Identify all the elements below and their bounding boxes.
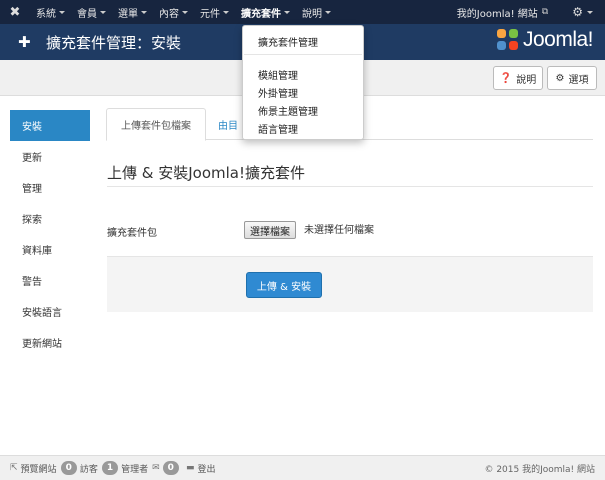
- dropdown-item-template-manager[interactable]: 佈景主題管理: [258, 103, 318, 118]
- site-link-label: 我的Joomla! 網站: [456, 8, 538, 20]
- external-link-icon: ⧉: [541, 7, 549, 17]
- form-actions: 上傳 & 安裝: [107, 256, 593, 312]
- preview-site-label: 預覽網站: [20, 464, 57, 475]
- sidebar-item-discover[interactable]: 探索: [10, 203, 90, 234]
- choose-file-button[interactable]: 選擇檔案: [244, 221, 296, 239]
- dropdown-item-plugin-manager[interactable]: 外掛管理: [258, 85, 298, 100]
- menu-menus[interactable]: 選單: [112, 0, 153, 24]
- messages-status[interactable]: ✉ 0: [152, 461, 182, 475]
- sidebar-item-warnings[interactable]: 警告: [10, 265, 90, 296]
- admins-status: 1 管理者: [101, 461, 149, 475]
- gear-icon: ⚙: [572, 5, 583, 19]
- chevron-down-icon: [100, 10, 106, 14]
- chevron-down-icon: [141, 10, 147, 14]
- puzzle-icon: ✚: [18, 33, 31, 51]
- sidebar-item-manage[interactable]: 管理: [10, 172, 90, 203]
- messages-count-badge: 0: [162, 461, 179, 475]
- site-link[interactable]: 我的Joomla! 網站 ⧉: [451, 0, 554, 24]
- user-menu[interactable]: ⚙: [554, 5, 605, 19]
- menu-content[interactable]: 內容: [153, 0, 194, 24]
- section-divider: [107, 186, 593, 187]
- status-footer: ⇱ 預覽網站 0 訪客 1 管理者 ✉ 0 ▬ 登出 © 2015 我的Joom…: [0, 455, 605, 480]
- chevron-down-icon: [182, 10, 188, 14]
- help-button-label: 說明: [516, 74, 537, 86]
- question-icon: ❓: [499, 72, 513, 84]
- chevron-down-icon: [284, 10, 290, 14]
- help-button[interactable]: ❓ 說明: [493, 66, 543, 90]
- joomla-icon[interactable]: ✖: [0, 0, 30, 24]
- gear-icon: ⚙: [555, 72, 565, 84]
- tab-upload-package[interactable]: 上傳套件包檔案: [106, 108, 206, 141]
- chevron-down-icon: [325, 10, 331, 14]
- sidebar-item-update-sites[interactable]: 更新網站: [10, 327, 90, 358]
- copyright-text: © 2015 我的Joomla! 網站: [484, 465, 595, 475]
- admins-count-badge: 1: [101, 461, 119, 475]
- section-title: 上傳 & 安裝Joomla!擴充套件: [107, 164, 305, 182]
- menu-components[interactable]: 元件: [194, 0, 235, 24]
- extensions-dropdown-menu: 擴充套件管理 模組管理 外掛管理 佈景主題管理 語言管理: [242, 25, 364, 140]
- minus-icon: ▬: [185, 463, 195, 473]
- options-button[interactable]: ⚙ 選項: [547, 66, 597, 90]
- menu-extensions[interactable]: 擴充套件: [235, 0, 296, 24]
- top-navbar: ✖ 系統 會員 選單 內容 元件 擴充套件 說明 我的Joomla! 網站 ⧉ …: [0, 0, 605, 24]
- menu-users-label: 會員: [77, 8, 97, 20]
- joomla-logo-icon: [496, 29, 519, 51]
- share-icon: ⇱: [10, 463, 18, 473]
- menu-system-label: 系統: [36, 8, 56, 20]
- visitors-count-badge: 0: [60, 461, 77, 475]
- menu-extensions-label: 擴充套件: [241, 8, 281, 20]
- chevron-down-icon: [587, 10, 593, 14]
- menu-menus-label: 選單: [118, 8, 138, 20]
- menu-components-label: 元件: [200, 8, 220, 20]
- chevron-down-icon: [59, 10, 65, 14]
- sidebar: 安裝 更新 管理 探索 資料庫 警告 安裝語言 更新網站: [10, 110, 90, 358]
- logout-link[interactable]: ▬ 登出: [186, 462, 216, 475]
- dropdown-item-language-manager[interactable]: 語言管理: [258, 121, 298, 136]
- package-field-label: 擴充套件包: [107, 228, 157, 239]
- dropdown-item-module-manager[interactable]: 模組管理: [258, 67, 298, 82]
- menu-help[interactable]: 說明: [296, 0, 337, 24]
- options-button-label: 選項: [568, 74, 589, 86]
- visitors-status: 0 訪客: [60, 461, 98, 475]
- joomla-logo-text: Joomla!: [522, 28, 594, 51]
- dropdown-divider: [244, 54, 362, 55]
- visitors-label: 訪客: [79, 464, 98, 475]
- chevron-down-icon: [223, 10, 229, 14]
- menu-users[interactable]: 會員: [71, 0, 112, 24]
- menu-help-label: 說明: [302, 8, 322, 20]
- file-status-text: 未選擇任何檔案: [304, 225, 374, 236]
- admins-label: 管理者: [121, 464, 149, 475]
- envelope-icon: ✉: [152, 463, 160, 473]
- dropdown-item-extension-manager[interactable]: 擴充套件管理: [258, 34, 318, 49]
- menu-system[interactable]: 系統: [30, 0, 71, 24]
- sidebar-item-database[interactable]: 資料庫: [10, 234, 90, 265]
- upload-install-button[interactable]: 上傳 & 安裝: [246, 272, 322, 298]
- logout-label: 登出: [197, 464, 216, 475]
- menu-content-label: 內容: [159, 8, 179, 20]
- page-title: 擴充套件管理：安裝: [46, 34, 182, 52]
- sidebar-item-install-languages[interactable]: 安裝語言: [10, 296, 90, 327]
- sidebar-item-install[interactable]: 安裝: [10, 110, 90, 141]
- sidebar-item-update[interactable]: 更新: [10, 141, 90, 172]
- preview-site-link[interactable]: ⇱ 預覽網站: [10, 462, 57, 475]
- joomla-logo: Joomla!: [496, 28, 594, 52]
